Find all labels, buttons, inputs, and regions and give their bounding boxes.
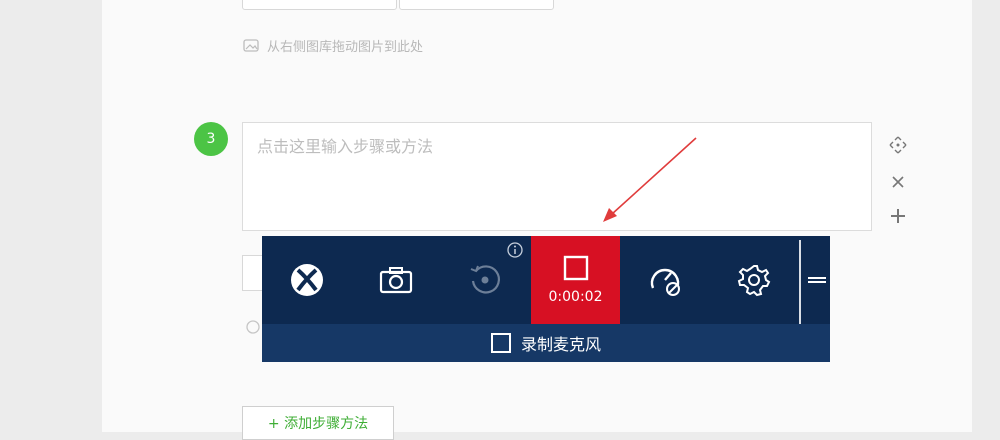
settings-button[interactable]: [709, 236, 798, 324]
record-last-icon: [470, 265, 500, 294]
screenshot-button[interactable]: [351, 236, 440, 324]
record-mic-label: 录制麦克风: [520, 335, 601, 354]
camera-icon: [379, 267, 412, 294]
record-mic-checkbox[interactable]: [490, 333, 511, 353]
performance-button[interactable]: [620, 236, 709, 324]
annotation-arrow: [603, 137, 697, 222]
stop-recording-button[interactable]: 0:00:02: [531, 236, 620, 324]
xbox-button[interactable]: [262, 236, 351, 324]
performance-icon: [650, 268, 680, 296]
gear-icon: [737, 265, 770, 297]
game-bar-drag-handle[interactable]: [804, 236, 830, 324]
game-bar-toolbar: 0:00:02: [262, 236, 830, 324]
stop-record-icon: [563, 255, 588, 281]
game-bar: 0:00:02 录制麦克风: [262, 236, 830, 362]
record-mic-row[interactable]: 录制麦克风: [262, 324, 830, 362]
info-icon[interactable]: [507, 242, 523, 258]
xbox-icon: [290, 264, 323, 296]
menu-icon: [808, 277, 826, 283]
recording-timer: 0:00:02: [548, 289, 603, 305]
toolbar-divider: [799, 240, 801, 324]
